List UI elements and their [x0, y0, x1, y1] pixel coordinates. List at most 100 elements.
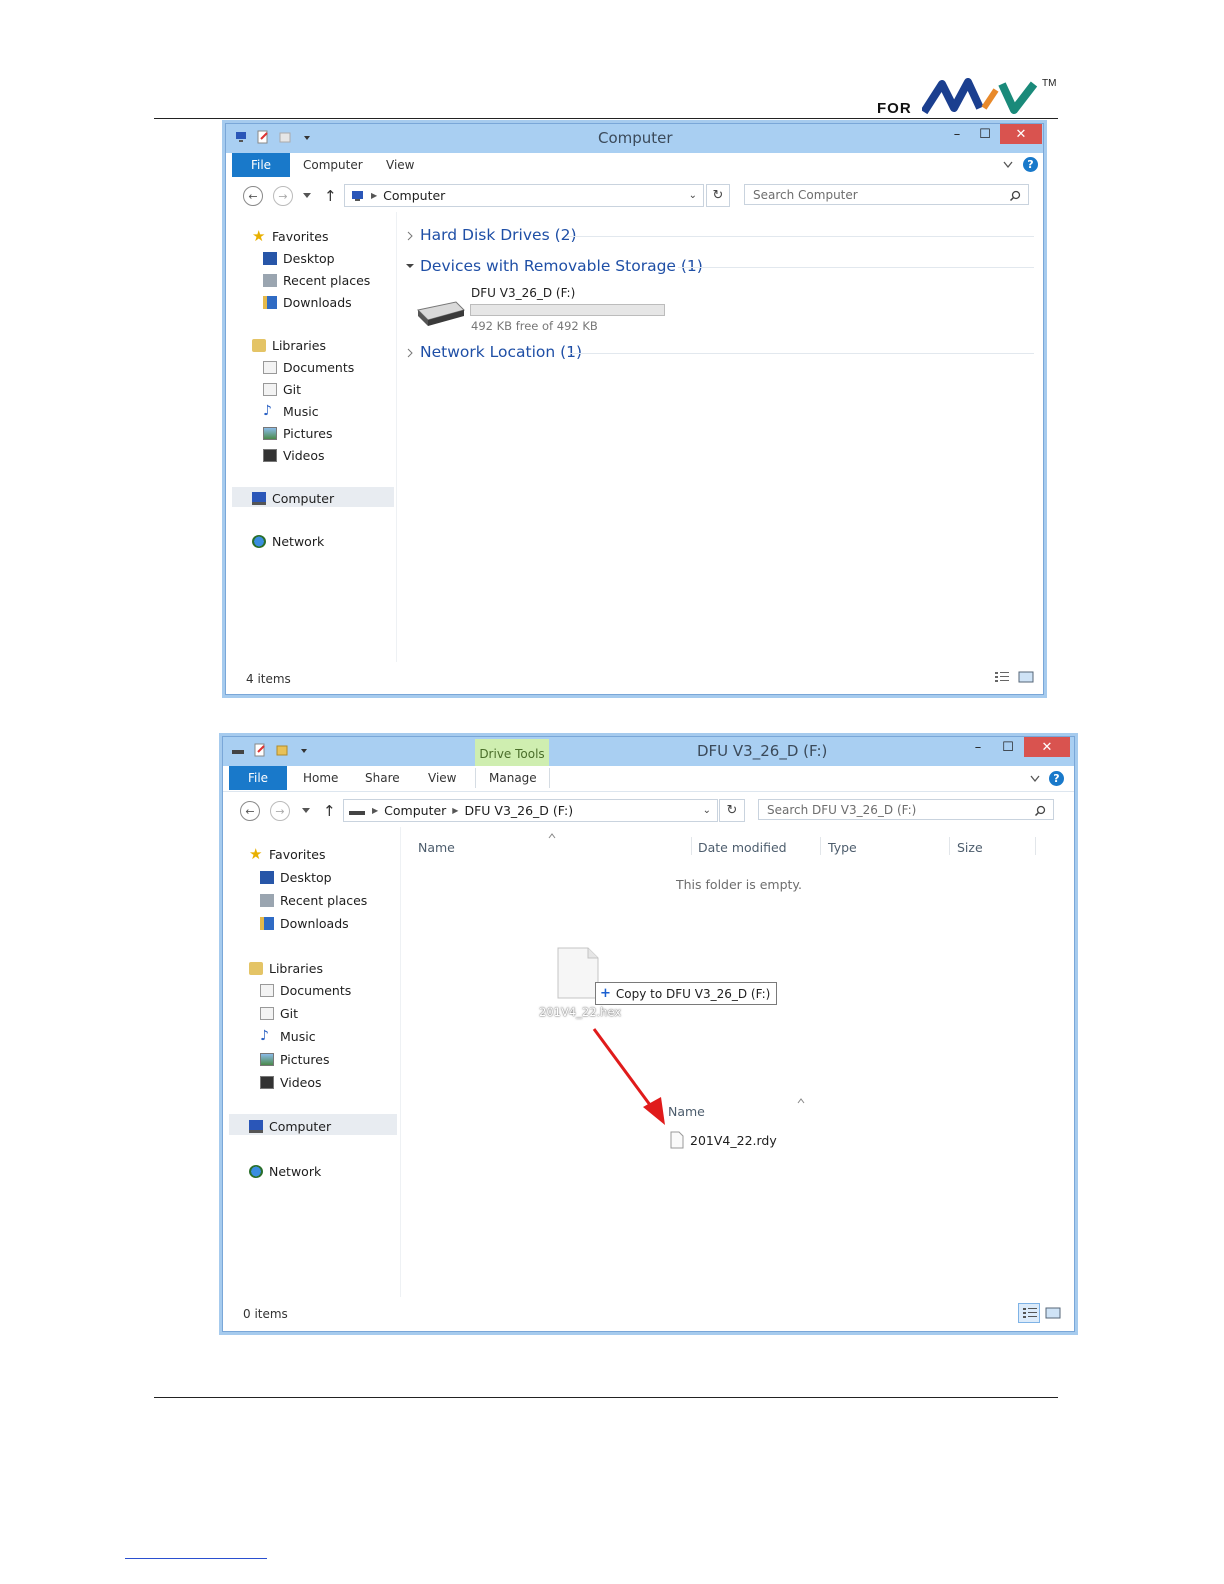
documents-icon	[263, 361, 277, 374]
column-separator[interactable]	[820, 837, 821, 855]
nav-desktop[interactable]: Desktop	[263, 251, 335, 266]
tab-share[interactable]: Share	[365, 771, 400, 785]
customize-qat-icon[interactable]	[297, 743, 311, 757]
result-file-row[interactable]: 201V4_22.rdy	[670, 1131, 777, 1149]
minimize-button[interactable]: –	[965, 737, 991, 757]
large-icons-view-icon[interactable]	[1018, 670, 1034, 684]
nav-videos[interactable]: Videos	[263, 448, 325, 463]
computer-icon[interactable]	[234, 130, 248, 144]
minimize-button[interactable]: –	[944, 124, 970, 144]
new-folder-icon[interactable]	[278, 130, 292, 144]
ribbon-expand-icon[interactable]	[1029, 774, 1041, 784]
nav-favorites[interactable]: ★ Favorites	[252, 229, 328, 245]
expand-chevron-icon[interactable]	[406, 231, 414, 241]
up-button[interactable]: ↑	[324, 187, 337, 205]
context-tab-drive-tools[interactable]: Drive Tools	[475, 739, 549, 766]
recent-locations-icon[interactable]	[302, 192, 312, 200]
nav-libraries[interactable]: Libraries	[249, 961, 323, 976]
search-icon[interactable]	[1034, 805, 1046, 817]
nav-documents[interactable]: Documents	[263, 360, 354, 375]
breadcrumb-separator-icon: ▶	[452, 806, 459, 815]
nav-pictures[interactable]: Pictures	[263, 426, 333, 441]
title-bar[interactable]: Drive Tools DFU V3_26_D (F:) – ☐ ✕	[223, 737, 1074, 766]
large-icons-view-icon[interactable]	[1045, 1306, 1061, 1320]
recent-locations-icon[interactable]	[301, 807, 311, 815]
nav-favorites[interactable]: ★ Favorites	[249, 847, 325, 863]
section-network-location[interactable]: Network Location (1)	[420, 343, 582, 361]
nav-recent-places[interactable]: Recent places	[260, 893, 367, 908]
section-hard-disk-drives[interactable]: Hard Disk Drives (2)	[420, 226, 577, 244]
nav-computer[interactable]: Computer	[252, 491, 334, 506]
tab-view[interactable]: View	[428, 771, 456, 785]
column-header-date-modified[interactable]: Date modified	[698, 840, 787, 855]
search-input[interactable]: Search Computer	[744, 184, 1029, 205]
forward-button[interactable]: →	[270, 801, 290, 821]
column-separator[interactable]	[949, 837, 950, 855]
nav-desktop[interactable]: Desktop	[260, 870, 332, 885]
expand-chevron-icon[interactable]	[406, 348, 414, 358]
address-box[interactable]: ▶ Computer ⌄	[344, 184, 704, 207]
address-dropdown-icon[interactable]: ⌄	[703, 805, 711, 816]
refresh-button[interactable]: ↻	[706, 184, 730, 207]
close-button[interactable]: ✕	[1024, 737, 1070, 757]
nav-libraries[interactable]: Libraries	[252, 338, 326, 353]
column-separator[interactable]	[691, 837, 692, 855]
new-folder-icon[interactable]	[275, 743, 289, 757]
forward-button[interactable]: →	[273, 186, 293, 206]
back-button[interactable]: ←	[243, 186, 263, 206]
search-input[interactable]: Search DFU V3_26_D (F:)	[758, 799, 1054, 820]
nav-network[interactable]: Network	[252, 534, 324, 549]
column-header-name[interactable]: Name	[418, 840, 455, 855]
tab-view[interactable]: View	[386, 158, 414, 172]
nav-network[interactable]: Network	[249, 1164, 321, 1179]
nav-pictures[interactable]: Pictures	[260, 1052, 330, 1067]
column-header-size[interactable]: Size	[957, 840, 983, 855]
tab-home[interactable]: Home	[303, 771, 338, 785]
nav-music[interactable]: ♪ Music	[260, 1029, 316, 1044]
column-separator[interactable]	[1035, 837, 1036, 855]
address-dropdown-icon[interactable]: ⌄	[689, 190, 697, 201]
properties-icon[interactable]	[253, 743, 267, 757]
address-box[interactable]: ▶ Computer ▶ DFU V3_26_D (F:) ⌄	[343, 799, 718, 822]
computer-icon	[249, 1120, 263, 1133]
title-bar[interactable]: Computer – ☐ ✕	[226, 124, 1043, 153]
properties-icon[interactable]	[256, 130, 270, 144]
tab-manage[interactable]: Manage	[489, 771, 537, 785]
downloads-icon	[263, 296, 277, 309]
details-view-icon[interactable]	[994, 670, 1010, 684]
ribbon-expand-icon[interactable]	[1002, 160, 1014, 170]
up-button[interactable]: ↑	[323, 802, 336, 820]
nav-computer[interactable]: Computer	[249, 1119, 331, 1134]
breadcrumb-computer[interactable]: Computer	[383, 188, 445, 203]
details-view-button[interactable]	[1018, 1303, 1040, 1323]
help-icon[interactable]: ?	[1023, 157, 1038, 172]
column-header-type[interactable]: Type	[828, 840, 857, 855]
tab-file[interactable]: File	[232, 153, 290, 177]
customize-qat-icon[interactable]	[300, 130, 314, 144]
result-column-header-name[interactable]: Name	[668, 1104, 705, 1119]
search-icon[interactable]	[1009, 190, 1021, 202]
back-button[interactable]: ←	[240, 801, 260, 821]
nav-git[interactable]: Git	[260, 1006, 298, 1021]
close-button[interactable]: ✕	[1000, 124, 1042, 144]
drive-icon[interactable]	[231, 743, 245, 757]
drive-item[interactable]: DFU V3_26_D (F:) 492 KB free of 492 KB	[414, 282, 674, 333]
footer-link-underline[interactable]	[125, 1558, 267, 1559]
nav-music[interactable]: ♪ Music	[263, 404, 319, 419]
section-removable-storage[interactable]: Devices with Removable Storage (1)	[420, 257, 703, 275]
help-icon[interactable]: ?	[1049, 771, 1064, 786]
nav-recent-places[interactable]: Recent places	[263, 273, 370, 288]
nav-downloads[interactable]: Downloads	[263, 295, 352, 310]
nav-documents[interactable]: Documents	[260, 983, 351, 998]
breadcrumb-drive[interactable]: DFU V3_26_D (F:)	[464, 803, 573, 818]
refresh-button[interactable]: ↻	[719, 799, 745, 822]
breadcrumb-computer[interactable]: Computer	[384, 803, 446, 818]
maximize-button[interactable]: ☐	[995, 737, 1021, 757]
collapse-chevron-icon[interactable]	[405, 262, 415, 270]
maximize-button[interactable]: ☐	[972, 124, 998, 144]
tab-computer[interactable]: Computer	[303, 158, 363, 172]
nav-downloads[interactable]: Downloads	[260, 916, 349, 931]
nav-git[interactable]: Git	[263, 382, 301, 397]
tab-file[interactable]: File	[229, 766, 287, 790]
nav-videos[interactable]: Videos	[260, 1075, 322, 1090]
